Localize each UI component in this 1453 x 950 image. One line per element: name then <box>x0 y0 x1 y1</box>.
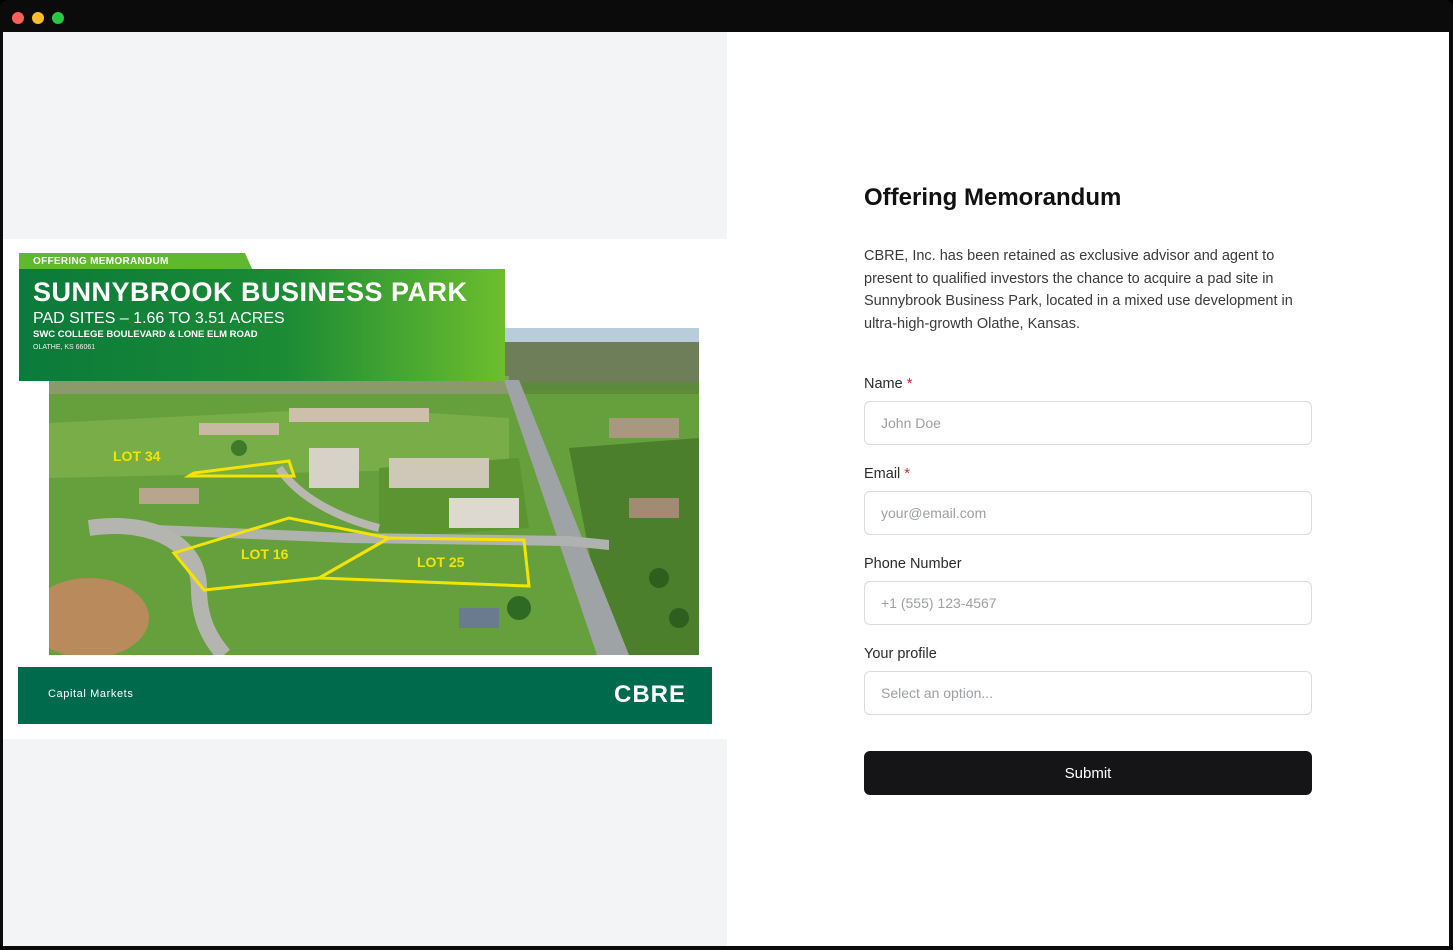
phone-label: Phone Number <box>864 556 962 572</box>
email-label: Email * <box>864 466 910 482</box>
email-label-text: Email <box>864 466 901 482</box>
lead-form-pane: Offering Memorandum CBRE, Inc. has been … <box>727 32 1449 946</box>
lot-label: LOT 25 <box>417 554 465 570</box>
lot-label: LOT 16 <box>241 546 289 562</box>
capital-markets-label: Capital Markets <box>48 688 134 700</box>
maximize-window-button[interactable] <box>52 12 64 24</box>
lot-label: LOT 34 <box>113 448 161 464</box>
name-input[interactable] <box>864 401 1312 445</box>
app-window: LOT 34 LOT 16 LOT 25 OFFERING MEMORANDUM… <box>0 0 1453 950</box>
brochure-subtitle: PAD SITES – 1.66 TO 3.51 ACRES <box>33 310 285 327</box>
submit-button[interactable]: Submit <box>864 751 1312 795</box>
form-title: Offering Memorandum <box>864 184 1122 211</box>
offering-tag-label: OFFERING MEMORANDUM <box>33 256 169 267</box>
email-input[interactable] <box>864 491 1312 535</box>
brochure-city: OLATHE, KS 66061 <box>33 344 96 351</box>
name-label-text: Name <box>864 376 903 392</box>
minimize-window-button[interactable] <box>32 12 44 24</box>
phone-input[interactable] <box>864 581 1312 625</box>
required-marker: * <box>906 376 913 392</box>
brochure-cover: LOT 34 LOT 16 LOT 25 OFFERING MEMORANDUM… <box>3 239 727 739</box>
required-marker: * <box>904 466 910 482</box>
brochure-banner: SUNNYBROOK BUSINESS PARK PAD SITES – 1.6… <box>19 269 505 381</box>
cbre-logo: CBRE <box>614 681 687 708</box>
page-content: LOT 34 LOT 16 LOT 25 OFFERING MEMORANDUM… <box>3 32 1449 946</box>
profile-select[interactable]: Select an option... <box>864 671 1312 715</box>
brochure-title: SUNNYBROOK BUSINESS PARK <box>33 277 468 307</box>
brochure-footer: Capital Markets CBRE <box>18 667 712 724</box>
profile-label: Your profile <box>864 646 937 662</box>
close-window-button[interactable] <box>12 12 24 24</box>
name-label: Name * <box>864 376 912 392</box>
brochure-address: SWC COLLEGE BOULEVARD & LONE ELM ROAD <box>33 329 258 340</box>
title-bar <box>0 0 1453 32</box>
form-description: CBRE, Inc. has been retained as exclusiv… <box>864 248 1293 333</box>
document-preview-pane: LOT 34 LOT 16 LOT 25 OFFERING MEMORANDUM… <box>3 32 727 946</box>
